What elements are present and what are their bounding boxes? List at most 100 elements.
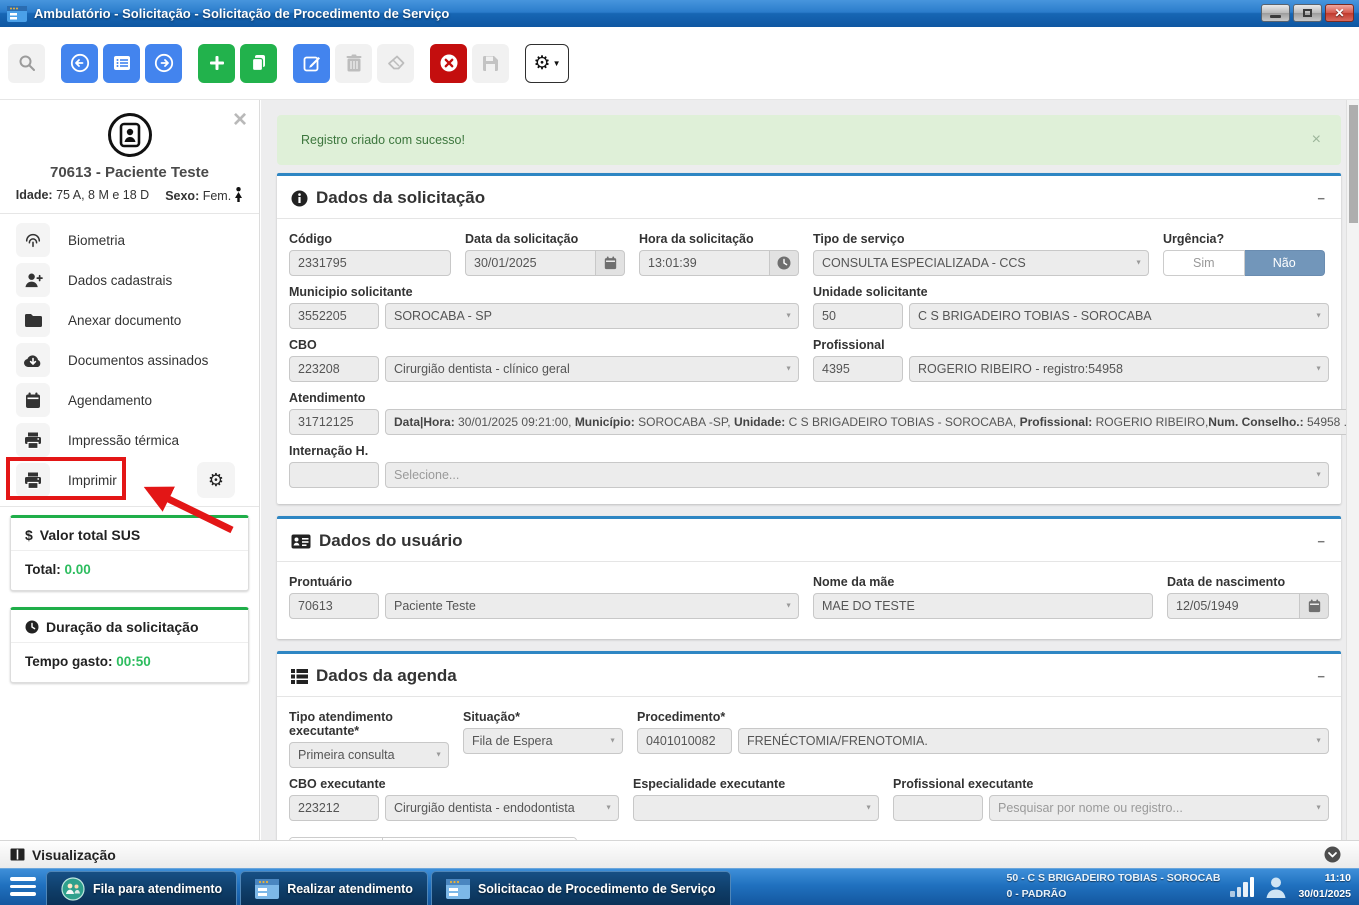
section-header: Dados da agenda −	[277, 654, 1341, 696]
restore-icon	[1303, 9, 1312, 17]
sidebar-item-anexar-documento[interactable]: Anexar documento	[0, 300, 259, 340]
profissional-codigo-input[interactable]: 4395	[813, 356, 903, 382]
collapse-panel-icon[interactable]	[1324, 846, 1341, 863]
cbo-codigo-input[interactable]: 223208	[289, 356, 379, 382]
sidebar-item-imprimir[interactable]: Imprimir ⚙	[0, 460, 259, 500]
save-record-button[interactable]	[472, 44, 509, 83]
next-record-button[interactable]	[145, 44, 182, 83]
sidebar-item-dados-cadastrais[interactable]: Dados cadastrais	[0, 260, 259, 300]
taskbar-item-fila-atendimento[interactable]: Fila para atendimento	[46, 871, 237, 905]
copy-record-button[interactable]	[240, 44, 277, 83]
close-icon: ✕	[1334, 7, 1344, 19]
vertical-scrollbar[interactable]	[1346, 100, 1359, 840]
procedimento-codigo-input[interactable]: 0401010082	[637, 728, 732, 754]
municipio-select[interactable]: SOROCABA - SP ▼	[385, 303, 799, 329]
caret-down-icon: ▼	[1315, 738, 1322, 745]
trash-icon	[346, 54, 362, 72]
clock-icon	[25, 620, 39, 634]
id-card-icon	[291, 534, 311, 549]
cbo-executante-codigo-input[interactable]: 223212	[289, 795, 379, 821]
nome-mae-input[interactable]: MAE DO TESTE	[813, 593, 1153, 619]
municipio-codigo-input[interactable]: 3552205	[289, 303, 379, 329]
tipo-atendimento-select[interactable]: Primeira consulta ▼	[289, 742, 449, 768]
plus-icon	[208, 54, 226, 72]
taskbar-item-realizar-atendimento[interactable]: Realizar atendimento	[240, 871, 428, 905]
scrollbar-thumb[interactable]	[1349, 105, 1358, 223]
data-nascimento-input[interactable]: 12/05/1949	[1167, 593, 1299, 619]
unidade-select[interactable]: C S BRIGADEIRO TOBIAS - SOROCABA ▼	[909, 303, 1329, 329]
prontuario-select[interactable]: Paciente Teste ▼	[385, 593, 799, 619]
gear-icon: ⚙	[208, 470, 224, 491]
sidebar-close-icon[interactable]: ×	[233, 108, 247, 132]
profissional-select[interactable]: ROGERIO RIBEIRO - registro:54958 ▼	[909, 356, 1329, 382]
situacao-select[interactable]: Fila de Espera ▼	[463, 728, 623, 754]
folder-icon	[16, 303, 50, 337]
list-records-button[interactable]	[103, 44, 140, 83]
sidebar-item-impressao-termica[interactable]: Impressão térmica	[0, 420, 259, 460]
sidebar-item-biometria[interactable]: Biometria	[0, 220, 259, 260]
duracao-value: Tempo gasto: 00:50	[11, 643, 248, 682]
collapse-icon[interactable]: −	[1317, 669, 1325, 684]
codigo-input[interactable]: 2331795	[289, 250, 451, 276]
unidade-codigo-input[interactable]: 50	[813, 303, 903, 329]
collapse-icon[interactable]: −	[1317, 534, 1325, 549]
especialidade-executante-select[interactable]: ▼	[633, 795, 879, 821]
atendimento-select[interactable]: Data|Hora: 30/01/2025 09:21:00, Municípi…	[385, 409, 1346, 435]
signal-icon[interactable]	[1230, 877, 1254, 897]
field-label: Tipo de serviço	[813, 232, 1149, 246]
print-settings-button[interactable]: ⚙	[197, 462, 235, 498]
atendimento-codigo-input[interactable]: 31712125	[289, 409, 379, 435]
calendar-icon[interactable]	[595, 250, 625, 276]
field-label: Data de nascimento	[1167, 575, 1329, 589]
menu-icon[interactable]	[0, 868, 46, 905]
section-dados-agenda: Dados da agenda − Tipo atendimento execu…	[277, 651, 1341, 840]
previous-record-button[interactable]	[61, 44, 98, 83]
patient-sex: Sexo: Fem.	[165, 187, 243, 203]
data-solicitacao-input[interactable]: 30/01/2025	[465, 250, 595, 276]
delete-record-button[interactable]	[335, 44, 372, 83]
sidebar-item-documentos-assinados[interactable]: Documentos assinados	[0, 340, 259, 380]
urgencia-toggle: Sim Não	[1163, 250, 1325, 276]
edit-record-button[interactable]	[293, 44, 330, 83]
caret-down-icon: ▼	[1315, 805, 1322, 812]
calendar-icon	[16, 383, 50, 417]
cancel-record-button[interactable]	[430, 44, 467, 83]
calendar-icon[interactable]	[1299, 593, 1329, 619]
sidebar-item-label: Imprimir	[68, 473, 117, 488]
cbo-select[interactable]: Cirurgião dentista - clínico geral ▼	[385, 356, 799, 382]
patient-age: Idade: 75 A, 8 M e 18 D	[16, 188, 149, 202]
taskbar-item-solicitacao-procedimento[interactable]: Solicitacao de Procedimento de Serviço	[431, 871, 731, 905]
urgencia-sim-button[interactable]: Sim	[1163, 250, 1245, 276]
search-button[interactable]	[8, 44, 45, 83]
sidebar-item-agendamento[interactable]: Agendamento	[0, 380, 259, 420]
clock-icon[interactable]	[769, 250, 799, 276]
urgencia-nao-button[interactable]: Não	[1245, 250, 1326, 276]
cbo-executante-select[interactable]: Cirurgião dentista - endodontista ▼	[385, 795, 619, 821]
eraser-icon	[387, 55, 405, 71]
patient-meta: Idade: 75 A, 8 M e 18 D Sexo: Fem.	[0, 187, 259, 203]
settings-menu-button[interactable]: ⚙ ▼	[525, 44, 569, 83]
profissional-executante-codigo-input[interactable]	[893, 795, 983, 821]
section-dados-solicitacao: Dados da solicitação − Código 2331795 Da…	[277, 173, 1341, 504]
close-window-button[interactable]: ✕	[1325, 4, 1354, 22]
female-icon	[234, 187, 243, 202]
caret-down-icon: ▼	[785, 603, 792, 610]
user-icon[interactable]	[1264, 875, 1288, 899]
tipo-servico-select[interactable]: CONSULTA ESPECIALIZADA - CCS ▼	[813, 250, 1149, 276]
profissional-executante-select[interactable]: Pesquisar por nome ou registro... ▼	[989, 795, 1329, 821]
internacao-select[interactable]: Selecione... ▼	[385, 462, 1329, 488]
alert-close-icon[interactable]: ×	[1312, 131, 1321, 149]
restore-button[interactable]	[1293, 4, 1322, 22]
clear-form-button[interactable]	[377, 44, 414, 83]
new-record-button[interactable]	[198, 44, 235, 83]
internacao-codigo-input[interactable]	[289, 462, 379, 488]
field-label: Hora da solicitação	[639, 232, 799, 246]
field-label: Situação*	[463, 710, 623, 724]
hora-solicitacao-input[interactable]: 13:01:39	[639, 250, 769, 276]
field-label: CBO	[289, 338, 799, 352]
collapse-icon[interactable]: −	[1317, 191, 1325, 206]
minimize-button[interactable]	[1261, 4, 1290, 22]
prontuario-codigo-input[interactable]: 70613	[289, 593, 379, 619]
patient-name: 70613 - Paciente Teste	[0, 164, 259, 181]
procedimento-select[interactable]: FRENÉCTOMIA/FRENOTOMIA. ▼	[738, 728, 1329, 754]
